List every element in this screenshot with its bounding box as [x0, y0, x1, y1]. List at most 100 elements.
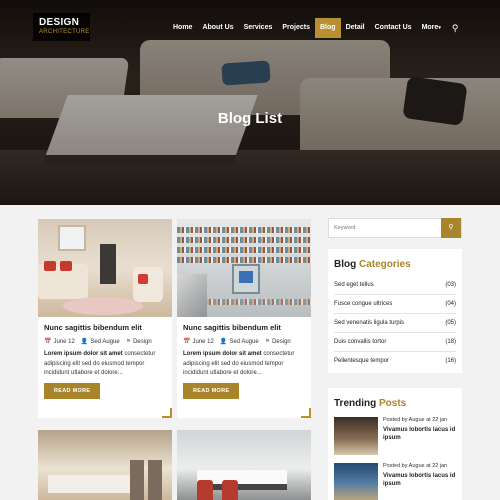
- blog-post-card: Nunc sagittis bibendum elit 📅 June 12 👤 …: [177, 219, 311, 418]
- post-meta: 📅 June 12 👤 Sed Augue ⚑ Design: [177, 332, 311, 346]
- site-logo[interactable]: DESIGN ARCHITECTURE: [33, 13, 90, 41]
- post-date: June 12: [53, 338, 75, 345]
- cushion: [60, 261, 72, 271]
- search-icon[interactable]: ⚲: [446, 18, 465, 38]
- post-date: June 12: [192, 338, 214, 345]
- category-item[interactable]: Fusce congue ultrices (04): [334, 295, 456, 314]
- category-count: (03): [445, 282, 456, 288]
- atrium-center: [239, 271, 253, 283]
- nav-projects[interactable]: Projects: [277, 18, 315, 38]
- post-image-dining-room[interactable]: [38, 430, 172, 500]
- widget-title: Blog Categories: [334, 259, 456, 270]
- trending-post-meta: Posted by Augue at 22 jan: [383, 463, 448, 469]
- staircase: [177, 274, 207, 317]
- post-image-kitchen[interactable]: [177, 430, 311, 500]
- trending-post-thumbnail[interactable]: [334, 463, 378, 500]
- nav-home[interactable]: Home: [168, 18, 197, 38]
- post-tag[interactable]: Design: [272, 339, 291, 345]
- window: [58, 225, 86, 251]
- trending-post-title[interactable]: Vivamus lobortis lacus id ipsum: [383, 426, 456, 442]
- search-input[interactable]: [329, 219, 442, 237]
- chevron-down-icon: ▾: [438, 25, 441, 31]
- nav-services[interactable]: Services: [239, 18, 278, 38]
- tag-icon: ⚑: [264, 339, 271, 345]
- post-excerpt-lead: Lorem ipsum dolor sit amet: [183, 351, 262, 357]
- nav-about-us[interactable]: About Us: [197, 18, 238, 38]
- widget-title-plain: Trending: [334, 398, 377, 409]
- calendar-icon: 📅: [44, 339, 52, 345]
- category-count: (18): [445, 339, 456, 345]
- category-label: Pellentesque tempor: [334, 358, 390, 364]
- read-more-button[interactable]: READ MORE: [44, 382, 101, 399]
- tag-icon: ⚑: [125, 339, 132, 345]
- category-count: (16): [445, 358, 456, 364]
- trending-post-item[interactable]: Posted by Augue at 22 jan Vivamus lobort…: [334, 463, 456, 500]
- category-label: Sed eget tellus: [334, 282, 374, 288]
- dining-table: [48, 475, 133, 493]
- trending-post-title[interactable]: Vivamus lobortis lacus id ipsum: [383, 472, 456, 488]
- post-author[interactable]: Sed Augue: [229, 339, 258, 345]
- stove: [100, 244, 116, 284]
- category-label: Sed venenatis ligula turpis: [334, 320, 405, 326]
- category-count: (04): [445, 301, 456, 307]
- post-meta: 📅 June 12 👤 Sed Augue ⚑ Design: [38, 332, 172, 346]
- category-item[interactable]: Sed eget tellus (03): [334, 276, 456, 295]
- category-label: Fusce congue ultrices: [334, 301, 393, 307]
- trending-post-meta: Posted by Augue at 22 jan: [383, 417, 448, 423]
- read-more-button[interactable]: READ MORE: [183, 382, 240, 399]
- blog-post-card: [38, 430, 172, 500]
- hero-banner: DESIGN ARCHITECTURE Home About Us Servic…: [0, 0, 500, 205]
- trending-posts-widget: Trending Posts Posted by Augue at 22 jan…: [328, 388, 462, 500]
- category-list: Sed eget tellus (03) Fusce congue ultric…: [334, 276, 456, 371]
- bookshelf: [177, 247, 311, 253]
- category-count: (05): [445, 320, 456, 326]
- search-icon: ⚲: [448, 224, 454, 231]
- trending-post-thumbnail[interactable]: [334, 417, 378, 455]
- blog-post-card: [177, 430, 311, 500]
- logo-line1: DESIGN: [39, 17, 80, 28]
- page-title: Blog List: [217, 110, 283, 127]
- rug: [63, 297, 143, 315]
- logo-line2: ARCHITECTURE: [39, 29, 90, 35]
- nav-more-label: More: [421, 24, 439, 31]
- nav-more[interactable]: More▾: [417, 18, 446, 38]
- post-title[interactable]: Nunc sagittis bibendum elit: [177, 317, 311, 332]
- nav-blog[interactable]: Blog: [315, 18, 341, 38]
- widget-title-plain: Blog: [334, 259, 357, 270]
- main-nav: Home About Us Services Projects Blog Det…: [168, 18, 464, 38]
- post-title[interactable]: Nunc sagittis bibendum elit: [38, 317, 172, 332]
- bookshelf: [177, 257, 311, 263]
- category-item[interactable]: Duis convallis tortor (18): [334, 333, 456, 352]
- card-corner-decoration: [162, 408, 172, 418]
- post-author[interactable]: Sed Augue: [90, 339, 119, 345]
- blog-post-card: Nunc sagittis bibendum elit 📅 June 12 👤 …: [38, 219, 172, 418]
- widget-title-accent: Categories: [359, 259, 411, 270]
- category-item[interactable]: Pellentesque tempor (16): [334, 352, 456, 371]
- widget-title-accent: Posts: [379, 398, 407, 409]
- site-header: DESIGN ARCHITECTURE Home About Us Servic…: [0, 0, 500, 45]
- category-label: Duis convallis tortor: [334, 339, 387, 345]
- nav-contact-us[interactable]: Contact Us: [370, 18, 417, 38]
- nav-detail[interactable]: Detail: [341, 18, 370, 38]
- search-button[interactable]: ⚲: [441, 218, 461, 238]
- category-item[interactable]: Sed venenatis ligula turpis (05): [334, 314, 456, 333]
- bookshelf: [177, 237, 311, 243]
- widget-title: Trending Posts: [334, 398, 456, 409]
- post-excerpt-lead: Lorem ipsum dolor sit amet: [44, 351, 123, 357]
- trending-post-text: Posted by Augue at 22 jan Vivamus lobort…: [378, 463, 456, 500]
- trending-post-item[interactable]: Posted by Augue at 22 jan Vivamus lobort…: [334, 417, 456, 455]
- calendar-icon: 📅: [183, 339, 191, 345]
- user-icon: 👤: [219, 339, 228, 345]
- sidebar-search: ⚲: [328, 218, 462, 238]
- card-corner-decoration: [301, 408, 311, 418]
- blog-categories-widget: Blog Categories Sed eget tellus (03) Fus…: [328, 249, 462, 373]
- chair: [148, 460, 162, 500]
- post-tag[interactable]: Design: [133, 339, 152, 345]
- post-excerpt: Lorem ipsum dolor sit amet consectetur a…: [38, 345, 172, 379]
- post-image-living-room[interactable]: [38, 219, 172, 317]
- post-image-library[interactable]: [177, 219, 311, 317]
- user-icon: 👤: [80, 339, 89, 345]
- stool: [222, 480, 238, 500]
- cushion: [44, 261, 56, 271]
- bookshelf: [177, 227, 311, 233]
